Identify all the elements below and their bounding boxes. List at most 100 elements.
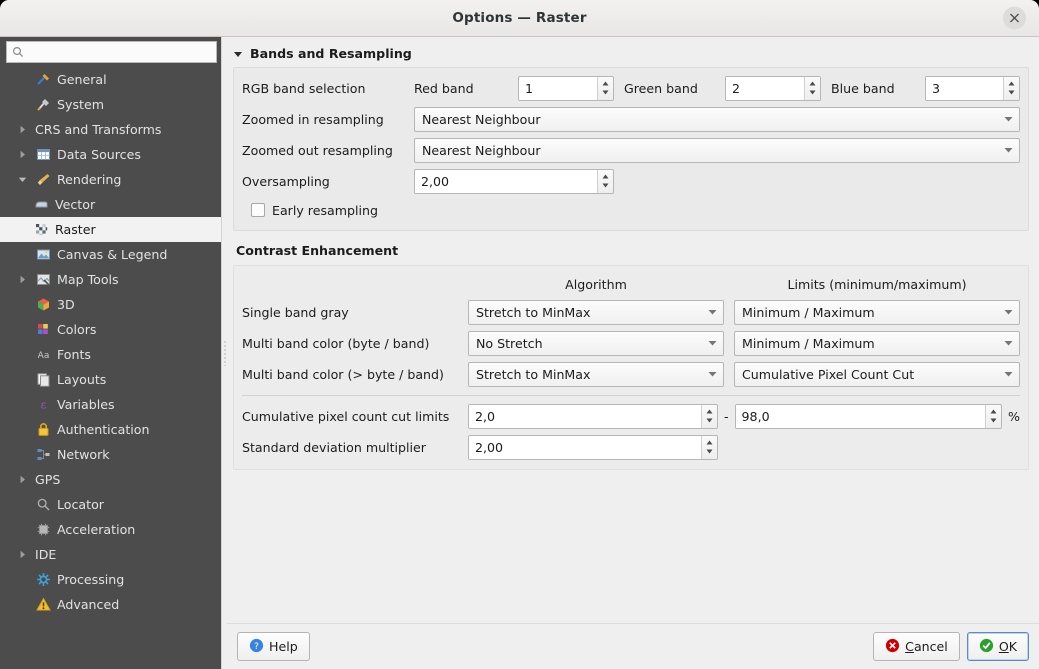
oversampling-value[interactable]: 2,00 xyxy=(415,169,597,193)
rgb-band-selection-label: RGB band selection xyxy=(242,80,366,96)
stepper-up-icon[interactable] xyxy=(1008,79,1015,88)
sidebar-item-map-tools[interactable]: Map Tools xyxy=(0,267,221,292)
stepper-down-icon[interactable] xyxy=(809,88,816,97)
green-band-value[interactable]: 2 xyxy=(726,76,804,100)
sidebar-item-rendering[interactable]: Rendering xyxy=(0,167,221,192)
sidebar-item-3d[interactable]: 3D xyxy=(0,292,221,317)
cumulative-min-value[interactable]: 2,0 xyxy=(469,404,701,428)
dialog-body: General System CRS and Transforms Data Sour… xyxy=(0,37,1039,669)
limits-column-header: Limits (minimum/maximum) xyxy=(787,276,967,292)
sidebar-item-ide[interactable]: IDE xyxy=(0,542,221,567)
help-icon: ? xyxy=(249,638,264,656)
red-band-value[interactable]: 1 xyxy=(519,76,597,100)
blue-band-spinbox[interactable]: 3 xyxy=(925,75,1020,101)
sidebar-item-label: Acceleration xyxy=(57,522,136,537)
multi-band-byte-limits-combo[interactable]: Minimum / Maximum xyxy=(734,330,1020,356)
red-band-spinbox[interactable]: 1 xyxy=(518,75,614,101)
stepper-down-icon[interactable] xyxy=(706,416,713,425)
sidebar-item-advanced[interactable]: Advanced xyxy=(0,592,221,617)
stepper-up-icon[interactable] xyxy=(706,438,713,447)
stepper-up-icon[interactable] xyxy=(706,407,713,416)
multi-band-byte-row: Multi band color (byte / band) No Stretc… xyxy=(242,329,1020,357)
sidebar-item-canvas-legend[interactable]: Canvas & Legend xyxy=(0,242,221,267)
stddev-multiplier-value[interactable]: 2,00 xyxy=(469,435,701,459)
chevron-right-icon[interactable] xyxy=(12,550,32,559)
cumulative-max-spinbox[interactable]: 98,0 xyxy=(734,403,1003,429)
stepper-up-icon[interactable] xyxy=(809,79,816,88)
green-band-spinbox[interactable]: 2 xyxy=(725,75,821,101)
zoomed-out-resampling-label: Zoomed out resampling xyxy=(242,142,393,158)
cumulative-min-stepper[interactable] xyxy=(701,404,717,428)
content-scroll-area: Bands and Resampling RGB band selection … xyxy=(227,37,1039,623)
sidebar-search-wrap xyxy=(0,37,221,66)
sidebar-item-label: System xyxy=(57,97,104,112)
blue-band-value[interactable]: 3 xyxy=(926,76,1003,100)
cumulative-max-value[interactable]: 98,0 xyxy=(735,404,986,428)
cumulative-max-stepper[interactable] xyxy=(985,404,1002,428)
stddev-multiplier-spinbox[interactable]: 2,00 xyxy=(468,434,718,460)
sidebar-item-vector[interactable]: Vector xyxy=(0,192,221,217)
single-band-gray-limits-value: Minimum / Maximum xyxy=(742,304,875,320)
sidebar-item-locator[interactable]: Locator xyxy=(0,492,221,517)
sidebar-item-colors[interactable]: Colors xyxy=(0,317,221,342)
bands-section-header[interactable]: Bands and Resampling xyxy=(233,46,1029,61)
close-button[interactable] xyxy=(1003,6,1026,30)
sidebar-item-network[interactable]: Network xyxy=(0,442,221,467)
chevron-down-icon xyxy=(1001,309,1013,315)
stepper-up-icon[interactable] xyxy=(602,172,609,181)
sidebar-item-authentication[interactable]: Authentication xyxy=(0,417,221,442)
chevron-right-icon[interactable] xyxy=(12,275,32,284)
help-button[interactable]: ? Help xyxy=(237,632,310,661)
chevron-right-icon[interactable] xyxy=(12,150,32,159)
oversampling-spinbox[interactable]: 2,00 xyxy=(414,168,614,194)
blue-band-stepper[interactable] xyxy=(1003,76,1019,100)
zoomed-in-resampling-label: Zoomed in resampling xyxy=(242,111,384,127)
stddev-multiplier-label: Standard deviation multiplier xyxy=(242,439,426,455)
stepper-down-icon[interactable] xyxy=(706,447,713,456)
stepper-down-icon[interactable] xyxy=(602,181,609,190)
chevron-right-icon[interactable] xyxy=(12,125,32,134)
stepper-down-icon[interactable] xyxy=(1008,88,1015,97)
search-box[interactable] xyxy=(6,41,217,63)
cancel-button[interactable]: Cancel xyxy=(873,632,960,661)
cancel-button-label: Cancel xyxy=(905,639,948,654)
sidebar-item-variables[interactable]: ε Variables xyxy=(0,392,221,417)
zoomed-in-resampling-combo[interactable]: Nearest Neighbour xyxy=(414,106,1020,132)
sidebar-item-raster[interactable]: Raster xyxy=(0,217,221,242)
green-band-stepper[interactable] xyxy=(804,76,820,100)
sidebar-item-system[interactable]: System xyxy=(0,92,221,117)
oversampling-stepper[interactable] xyxy=(597,169,613,193)
sidebar-item-label: Variables xyxy=(57,397,115,412)
multi-band-byte-algorithm-combo[interactable]: No Stretch xyxy=(468,330,724,356)
sidebar-item-label: Rendering xyxy=(57,172,122,187)
sidebar-item-gps[interactable]: GPS xyxy=(0,467,221,492)
cancel-icon xyxy=(885,638,900,656)
sidebar-item-layouts[interactable]: Layouts xyxy=(0,367,221,392)
red-band-stepper[interactable] xyxy=(597,76,613,100)
sidebar-item-general[interactable]: General xyxy=(0,67,221,92)
chevron-down-icon[interactable] xyxy=(12,175,32,184)
stepper-up-icon[interactable] xyxy=(990,407,997,416)
options-content: Bands and Resampling RGB band selection … xyxy=(227,37,1039,669)
stepper-down-icon[interactable] xyxy=(990,416,997,425)
search-input[interactable] xyxy=(28,43,211,61)
sidebar-item-data-sources[interactable]: Data Sources xyxy=(0,142,221,167)
multi-band-gtbyte-algorithm-combo[interactable]: Stretch to MinMax xyxy=(468,361,724,387)
sidebar-item-acceleration[interactable]: Acceleration xyxy=(0,517,221,542)
sidebar-item-crs-and-transforms[interactable]: CRS and Transforms xyxy=(0,117,221,142)
single-band-gray-limits-combo[interactable]: Minimum / Maximum xyxy=(734,299,1020,325)
zoomed-in-resampling-value: Nearest Neighbour xyxy=(422,111,541,127)
stepper-up-icon[interactable] xyxy=(602,79,609,88)
stepper-down-icon[interactable] xyxy=(602,88,609,97)
ok-button[interactable]: OK xyxy=(966,632,1029,661)
stddev-multiplier-stepper[interactable] xyxy=(701,435,717,459)
sidebar-item-label: Locator xyxy=(57,497,104,512)
early-resampling-checkbox[interactable]: Early resampling xyxy=(242,203,378,218)
multi-band-gtbyte-limits-combo[interactable]: Cumulative Pixel Count Cut xyxy=(734,361,1020,387)
sidebar-item-processing[interactable]: Processing xyxy=(0,567,221,592)
chevron-right-icon[interactable] xyxy=(12,475,32,484)
zoomed-out-resampling-combo[interactable]: Nearest Neighbour xyxy=(414,137,1020,163)
single-band-gray-algorithm-combo[interactable]: Stretch to MinMax xyxy=(468,299,724,325)
cumulative-min-spinbox[interactable]: 2,0 xyxy=(468,403,718,429)
sidebar-item-fonts[interactable]: Aa Fonts xyxy=(0,342,221,367)
